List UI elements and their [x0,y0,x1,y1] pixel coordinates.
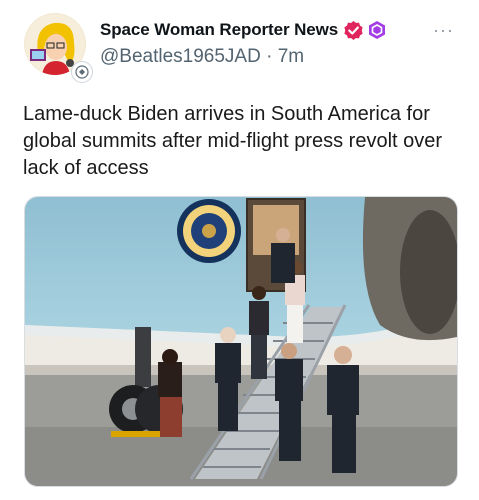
airplane-photo [25,197,457,486]
post-text: Lame-duck Biden arrives in South America… [23,103,443,179]
hexagon-badge-icon [368,20,386,40]
post-media[interactable] [24,196,458,487]
post-header: Space Woman Reporter News @Beatles1965JA… [100,18,459,68]
avatar[interactable] [22,11,93,83]
handle[interactable]: @Beatles1965JAD [100,46,261,67]
presidential-seal [177,199,241,263]
more-options-icon[interactable]: ··· [433,20,454,41]
post-card[interactable]: Space Woman Reporter News @Beatles1965JA… [0,0,479,500]
timestamp[interactable]: 7m [278,46,304,67]
community-badge-icon [71,61,93,83]
display-name[interactable]: Space Woman Reporter News [100,20,338,40]
verified-badge-icon [343,20,364,41]
separator: · [266,46,273,67]
